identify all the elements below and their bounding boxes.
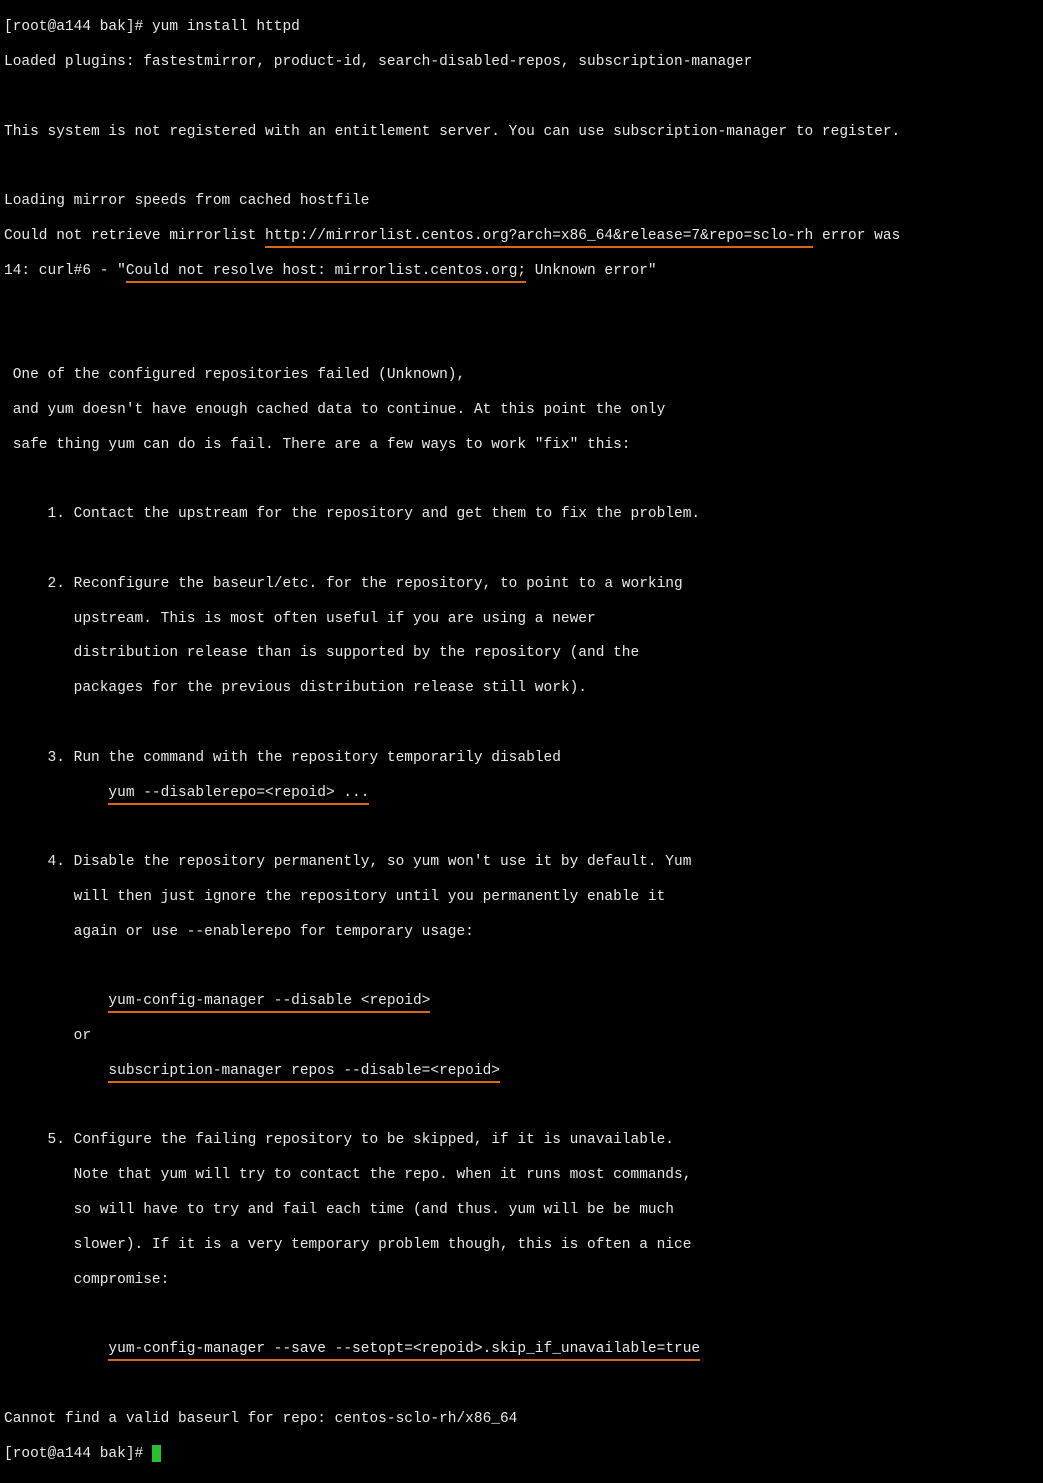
highlighted-error: Could not resolve host: mirrorlist.cento… xyxy=(126,263,526,283)
option-4-or: or xyxy=(4,1028,1039,1045)
option-3-line: 3. Run the command with the repository t… xyxy=(4,750,1039,767)
blank-line xyxy=(4,819,1039,836)
output-line: 14: curl#6 - "Could not resolve host: mi… xyxy=(4,263,1039,280)
blank-line xyxy=(4,472,1039,489)
option-2-line: 2. Reconfigure the baseurl/etc. for the … xyxy=(4,576,1039,593)
option-4-line: will then just ignore the repository unt… xyxy=(4,889,1039,906)
prompt-line-1: [root@a144 bak]# yum install httpd xyxy=(4,19,1039,36)
output-line: This system is not registered with an en… xyxy=(4,124,1039,141)
option-5-line: compromise: xyxy=(4,1272,1039,1289)
option-2-line: distribution release than is supported b… xyxy=(4,645,1039,662)
option-5-line: 5. Configure the failing repository to b… xyxy=(4,1132,1039,1149)
option-3-cmd: yum --disablerepo=<repoid> ... xyxy=(4,785,1039,802)
blank-line xyxy=(4,298,1039,315)
text-segment: Unknown error" xyxy=(526,263,657,279)
blank-line xyxy=(4,89,1039,106)
option-2-line: upstream. This is most often useful if y… xyxy=(4,611,1039,628)
prompt-line-2: [root@a144 bak]# xyxy=(4,1445,1039,1463)
text-segment: Could not retrieve mirrorlist xyxy=(4,228,265,244)
blank-line xyxy=(4,541,1039,558)
shell-command: yum install httpd xyxy=(152,19,300,35)
indent xyxy=(4,993,108,1009)
option-5-line: Note that yum will try to contact the re… xyxy=(4,1167,1039,1184)
shell-prompt: [root@a144 bak]# xyxy=(4,19,152,35)
text-segment: error was xyxy=(813,228,900,244)
option-2-line: packages for the previous distribution r… xyxy=(4,680,1039,697)
indent xyxy=(4,1341,108,1357)
option-5-line: so will have to try and fail each time (… xyxy=(4,1202,1039,1219)
indent xyxy=(4,785,108,801)
indent xyxy=(4,1063,108,1079)
blank-line xyxy=(4,715,1039,732)
blank-line xyxy=(4,159,1039,176)
output-line: safe thing yum can do is fail. There are… xyxy=(4,437,1039,454)
blank-line xyxy=(4,1306,1039,1323)
output-line: One of the configured repositories faile… xyxy=(4,367,1039,384)
text-segment: 14: curl#6 - " xyxy=(4,263,126,279)
terminal-output[interactable]: [root@a144 bak]# yum install httpd Loade… xyxy=(0,0,1043,1483)
option-5-line: slower). If it is a very temporary probl… xyxy=(4,1237,1039,1254)
blank-line xyxy=(4,332,1039,349)
option-4-cmd1: yum-config-manager --disable <repoid> xyxy=(4,993,1039,1010)
suggested-command: yum-config-manager --save --setopt=<repo… xyxy=(108,1341,700,1361)
highlighted-url: http://mirrorlist.centos.org?arch=x86_64… xyxy=(265,228,813,248)
option-4-line: 4. Disable the repository permanently, s… xyxy=(4,854,1039,871)
suggested-command: yum --disablerepo=<repoid> ... xyxy=(108,785,369,805)
shell-prompt: [root@a144 bak]# xyxy=(4,1446,152,1462)
error-line: Cannot find a valid baseurl for repo: ce… xyxy=(4,1411,1039,1428)
terminal-cursor[interactable] xyxy=(152,1445,161,1462)
output-line: and yum doesn't have enough cached data … xyxy=(4,402,1039,419)
output-line: Could not retrieve mirrorlist http://mir… xyxy=(4,228,1039,245)
output-line: Loading mirror speeds from cached hostfi… xyxy=(4,193,1039,210)
suggested-command: yum-config-manager --disable <repoid> xyxy=(108,993,430,1013)
option-4-line: again or use --enablerepo for temporary … xyxy=(4,924,1039,941)
output-line: Loaded plugins: fastestmirror, product-i… xyxy=(4,54,1039,71)
option-4-cmd2: subscription-manager repos --disable=<re… xyxy=(4,1063,1039,1080)
blank-line xyxy=(4,1098,1039,1115)
option-5-cmd: yum-config-manager --save --setopt=<repo… xyxy=(4,1341,1039,1358)
blank-line xyxy=(4,1376,1039,1393)
suggested-command: subscription-manager repos --disable=<re… xyxy=(108,1063,500,1083)
option-1: 1. Contact the upstream for the reposito… xyxy=(4,506,1039,523)
blank-line xyxy=(4,958,1039,975)
